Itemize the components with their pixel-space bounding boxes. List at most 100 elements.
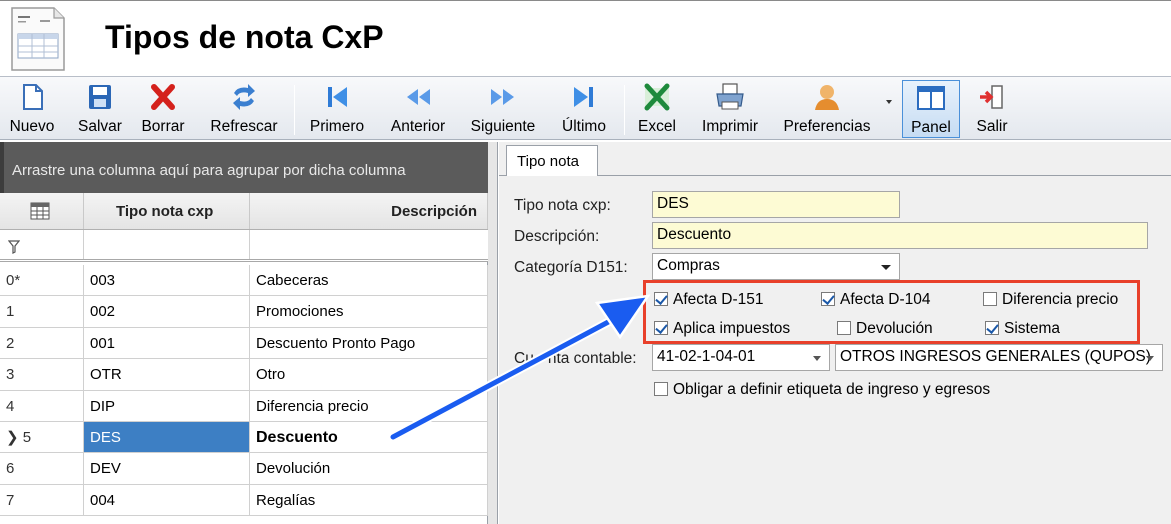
preferences-dropdown-icon[interactable] bbox=[886, 100, 892, 104]
cuenta-codigo-value: 41-02-1-04-01 bbox=[657, 348, 756, 365]
filter-icon[interactable] bbox=[8, 240, 20, 254]
table-row[interactable]: 6 DEV Devolución bbox=[0, 453, 488, 485]
title-bar: Tipos de nota CxP bbox=[0, 0, 1171, 76]
chevron-down-icon[interactable] bbox=[881, 265, 891, 270]
previous-button[interactable]: Anterior bbox=[382, 80, 454, 138]
table-row[interactable]: 2 001 Descuento Pronto Pago bbox=[0, 327, 488, 360]
new-document-icon bbox=[23, 84, 43, 110]
first-button[interactable]: Primero bbox=[304, 80, 370, 138]
detail-form: Tipo nota cxp: DES Descripción: Descuent… bbox=[499, 176, 1171, 524]
chevron-down-icon[interactable] bbox=[813, 356, 821, 361]
toolbar: Nuevo Salvar Borrar Refrescar Primero An… bbox=[0, 76, 1171, 140]
filter-input-tipo[interactable] bbox=[84, 230, 250, 259]
categoria-value: Compras bbox=[657, 257, 720, 274]
cell-descripcion[interactable]: Descuento bbox=[250, 422, 488, 453]
cell-descripcion[interactable]: Cabeceras bbox=[250, 265, 488, 296]
row-indicator: 1 bbox=[0, 296, 84, 327]
cell-tipo[interactable]: 003 bbox=[84, 265, 250, 296]
row-indicator: 6 bbox=[0, 453, 84, 484]
cuenta-nombre-select[interactable]: OTROS INGRESOS GENERALES (QUPOS) bbox=[835, 344, 1163, 371]
user-preferences-icon bbox=[815, 85, 839, 110]
print-button-label: Imprimir bbox=[702, 118, 758, 135]
descripcion-field[interactable]: Descuento bbox=[652, 222, 1148, 249]
cell-descripcion[interactable]: Devolución bbox=[250, 453, 488, 484]
print-button[interactable]: Imprimir bbox=[690, 80, 770, 138]
tab-tipo-nota[interactable]: Tipo nota bbox=[506, 145, 598, 177]
cell-tipo[interactable]: DEV bbox=[84, 453, 250, 484]
toolbar-separator bbox=[294, 85, 295, 135]
row-indicator: 2 bbox=[0, 327, 84, 359]
column-chooser-cell[interactable] bbox=[0, 193, 84, 229]
categoria-label: Categoría D151: bbox=[514, 259, 628, 276]
save-button-label: Salvar bbox=[78, 118, 122, 135]
column-header-descripcion-label: Descripción bbox=[391, 203, 477, 220]
checkbox-unchecked[interactable] bbox=[654, 382, 668, 396]
exit-button-label: Salir bbox=[976, 118, 1008, 135]
panel-button-label: Panel bbox=[911, 119, 951, 136]
document-form-icon bbox=[11, 7, 65, 71]
new-button-label: Nuevo bbox=[9, 118, 55, 135]
obligar-etiqueta-label: Obligar a definir etiqueta de ingreso y … bbox=[673, 381, 991, 398]
exit-button[interactable]: Salir bbox=[970, 80, 1014, 138]
panel-button[interactable]: Panel bbox=[902, 80, 960, 138]
table-row[interactable]: 0* 003 Cabeceras bbox=[0, 265, 488, 297]
cuenta-label-end: nta contable: bbox=[547, 350, 637, 367]
next-button[interactable]: Siguiente bbox=[463, 80, 543, 138]
panel-splitter[interactable] bbox=[488, 142, 498, 524]
cuenta-codigo-select[interactable]: 41-02-1-04-01 bbox=[652, 344, 830, 371]
cell-tipo[interactable]: DES bbox=[84, 422, 250, 453]
next-button-label: Siguiente bbox=[470, 118, 536, 135]
cell-tipo[interactable]: DIP bbox=[84, 390, 250, 421]
cell-tipo[interactable]: OTR bbox=[84, 359, 250, 390]
delete-x-icon bbox=[151, 84, 175, 110]
last-button[interactable]: Último bbox=[552, 80, 616, 138]
categoria-select[interactable]: Compras bbox=[652, 253, 900, 280]
row-index: 5 bbox=[22, 429, 32, 446]
previous-record-icon bbox=[407, 89, 430, 105]
records-grid: Arrastre una columna aquí para agrupar p… bbox=[0, 142, 488, 524]
cell-descripcion[interactable]: Regalías bbox=[250, 484, 488, 516]
obligar-etiqueta-checkbox[interactable]: Obligar a definir etiqueta de ingreso y … bbox=[654, 381, 990, 399]
cell-descripcion[interactable]: Descuento Pronto Pago bbox=[250, 327, 488, 359]
delete-button[interactable]: Borrar bbox=[135, 80, 191, 138]
page-title: Tipos de nota CxP bbox=[105, 19, 384, 55]
group-by-panel[interactable]: Arrastre una columna aquí para agrupar p… bbox=[0, 142, 488, 193]
refresh-arrows-icon bbox=[233, 84, 255, 110]
cell-tipo[interactable]: 004 bbox=[84, 484, 250, 516]
table-row[interactable]: 1 002 Promociones bbox=[0, 296, 488, 328]
excel-button-label: Excel bbox=[638, 118, 676, 135]
cell-descripcion[interactable]: Promociones bbox=[250, 296, 488, 327]
excel-button[interactable]: Excel bbox=[632, 80, 682, 138]
row-indicator: 7 bbox=[0, 484, 84, 516]
table-row[interactable]: 4 DIP Diferencia precio bbox=[0, 390, 488, 422]
current-row-chevron-icon: ❯ bbox=[6, 429, 23, 446]
column-header-descripcion[interactable]: Descripción bbox=[250, 193, 488, 229]
preferences-button[interactable]: Preferencias bbox=[776, 80, 878, 138]
cell-tipo[interactable]: 002 bbox=[84, 296, 250, 327]
group-by-hint: Arrastre una columna aquí para agrupar p… bbox=[12, 162, 406, 179]
grid-header: Tipo nota cxp Descripción bbox=[0, 193, 488, 230]
table-row-selected[interactable]: ❯ 5 DES Descuento bbox=[0, 422, 488, 454]
column-header-tipo[interactable]: Tipo nota cxp bbox=[84, 193, 250, 229]
save-button[interactable]: Salvar bbox=[72, 80, 128, 138]
new-button[interactable]: Nuevo bbox=[4, 80, 60, 138]
cuenta-nombre-value: OTROS INGRESOS GENERALES (QUPOS) bbox=[840, 348, 1151, 365]
filter-input-descripcion[interactable] bbox=[250, 230, 488, 259]
cuenta-label-start: Cu bbox=[514, 350, 534, 367]
filter-cell[interactable] bbox=[0, 230, 84, 259]
table-row[interactable]: 7 004 Regalías bbox=[0, 484, 488, 517]
cell-tipo[interactable]: 001 bbox=[84, 327, 250, 359]
save-disk-icon bbox=[89, 85, 111, 109]
chevron-down-icon[interactable] bbox=[1146, 356, 1154, 361]
column-chooser-icon[interactable] bbox=[30, 202, 50, 220]
first-record-icon bbox=[328, 87, 347, 107]
table-row[interactable]: 3 OTR Otro bbox=[0, 359, 488, 391]
cell-descripcion[interactable]: Otro bbox=[250, 359, 488, 390]
delete-button-label: Borrar bbox=[141, 118, 185, 135]
refresh-button[interactable]: Refrescar bbox=[204, 80, 284, 138]
tipo-nota-field[interactable]: DES bbox=[652, 191, 900, 218]
highlight-box bbox=[643, 280, 1140, 344]
detail-tabstrip: Tipo nota bbox=[499, 142, 1171, 177]
cell-descripcion[interactable]: Diferencia precio bbox=[250, 390, 488, 421]
row-indicator: 4 bbox=[0, 390, 84, 421]
